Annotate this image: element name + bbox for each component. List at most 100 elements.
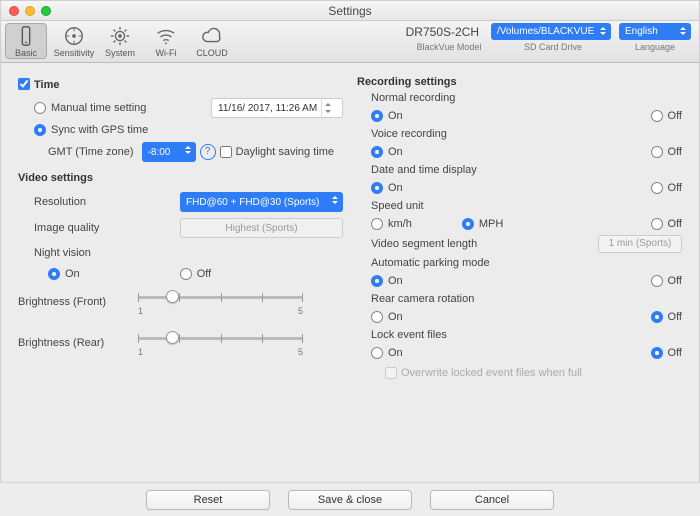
sync-gps-row: Sync with GPS time bbox=[34, 121, 343, 139]
manual-time-radio[interactable] bbox=[34, 102, 46, 114]
slider-knob[interactable] bbox=[166, 290, 179, 303]
rear-rotation-options: On Off bbox=[371, 308, 682, 325]
overwrite-label: Overwrite locked event files when full bbox=[401, 367, 582, 379]
datetime-options: On Off bbox=[371, 179, 682, 196]
video-segment-field: 1 min (Sports) bbox=[598, 235, 682, 253]
lock-off-radio[interactable] bbox=[651, 347, 663, 359]
window-title: Settings bbox=[1, 4, 699, 18]
dt-off-radio[interactable] bbox=[651, 182, 663, 194]
lock-event-options: On Off bbox=[371, 344, 682, 361]
manual-time-label: Manual time setting bbox=[51, 102, 146, 114]
brightness-rear-label: Brightness (Rear) bbox=[18, 337, 138, 349]
chevron-updown-icon bbox=[183, 144, 193, 156]
tab-label: CLOUD bbox=[189, 48, 235, 58]
normal-recording-label: Normal recording bbox=[371, 92, 682, 104]
help-icon[interactable]: ? bbox=[200, 144, 216, 160]
tab-cloud[interactable]: CLOUD bbox=[189, 23, 235, 58]
speed-off-radio[interactable] bbox=[651, 218, 663, 230]
reset-button[interactable]: Reset bbox=[146, 490, 270, 510]
video-segment-row: Video segment length 1 min (Sports) bbox=[371, 235, 682, 253]
night-vision-label: Night vision bbox=[34, 247, 91, 259]
brightness-rear-slider[interactable] bbox=[138, 330, 303, 346]
tab-system[interactable]: System bbox=[97, 23, 143, 58]
content: Time Manual time setting 11/16/ 2017, 11… bbox=[0, 62, 700, 482]
chevron-updown-icon bbox=[330, 194, 340, 206]
datetime-display-label: Date and time display bbox=[371, 164, 682, 176]
cancel-button[interactable]: Cancel bbox=[430, 490, 554, 510]
phone-icon bbox=[15, 25, 37, 47]
recording-heading: Recording settings bbox=[357, 76, 682, 88]
park-off-radio[interactable] bbox=[651, 275, 663, 287]
speed-unit-options: km/h MPH Off bbox=[371, 215, 682, 232]
parking-mode-label: Automatic parking mode bbox=[371, 257, 682, 269]
stepper-icon[interactable] bbox=[321, 99, 333, 117]
sync-gps-label: Sync with GPS time bbox=[51, 124, 148, 136]
night-vision-label-row: Night vision bbox=[34, 244, 343, 262]
dt-on-radio[interactable] bbox=[371, 182, 383, 194]
tab-label: Wi-Fi bbox=[143, 48, 189, 58]
gmt-select[interactable]: -8:00 bbox=[142, 142, 196, 162]
chevron-updown-icon bbox=[598, 25, 608, 37]
voice-recording-options: On Off bbox=[371, 143, 682, 160]
gmt-label: GMT (Time zone) bbox=[48, 146, 134, 158]
brightness-front-label: Brightness (Front) bbox=[18, 296, 138, 308]
resolution-label: Resolution bbox=[34, 196, 86, 208]
language-select[interactable]: English bbox=[619, 23, 691, 40]
voice-on-radio[interactable] bbox=[371, 146, 383, 158]
time-heading: Time bbox=[34, 79, 59, 91]
brightness-rear-row: Brightness (Rear) 15 bbox=[18, 328, 343, 357]
sync-gps-radio[interactable] bbox=[34, 124, 46, 136]
slider-knob[interactable] bbox=[166, 331, 179, 344]
titlebar: Settings bbox=[1, 1, 699, 21]
video-settings-heading: Video settings bbox=[18, 172, 343, 184]
normal-recording-options: On Off bbox=[371, 107, 682, 124]
manual-time-field[interactable]: 11/16/ 2017, 11:26 AM bbox=[211, 98, 343, 118]
save-button[interactable]: Save & close bbox=[288, 490, 412, 510]
tab-label: System bbox=[97, 48, 143, 58]
video-segment-label: Video segment length bbox=[371, 238, 477, 250]
rear-rotation-label: Rear camera rotation bbox=[371, 293, 682, 305]
model-name: DR750S-2CH bbox=[406, 25, 479, 39]
manual-time-row: Manual time setting 11/16/ 2017, 11:26 A… bbox=[34, 98, 343, 118]
normal-off-radio[interactable] bbox=[651, 110, 663, 122]
dial-icon bbox=[63, 25, 85, 47]
lock-on-radio[interactable] bbox=[371, 347, 383, 359]
gear-icon bbox=[109, 25, 131, 47]
drive-select[interactable]: /Volumes/BLACKVUE bbox=[491, 23, 611, 40]
tab-basic[interactable]: Basic bbox=[5, 23, 47, 59]
resolution-row: Resolution FHD@60 + FHD@30 (Sports) bbox=[34, 192, 343, 212]
brightness-front-slider[interactable] bbox=[138, 289, 303, 305]
nv-off-radio[interactable] bbox=[180, 268, 192, 280]
lock-event-label: Lock event files bbox=[371, 329, 682, 341]
tab-label: Sensitivity bbox=[51, 48, 97, 58]
nv-on-radio[interactable] bbox=[48, 268, 60, 280]
image-quality-row: Image quality Highest (Sports) bbox=[34, 218, 343, 238]
tab-wifi[interactable]: Wi-Fi bbox=[143, 23, 189, 58]
nv-on-label: On bbox=[65, 268, 80, 280]
rear-off-radio[interactable] bbox=[651, 311, 663, 323]
time-header-row: Time bbox=[18, 73, 343, 95]
tab-label: Basic bbox=[6, 48, 46, 58]
header-selectors: DR750S-2CH /Volumes/BLACKVUE English Bla… bbox=[406, 23, 691, 52]
normal-on-radio[interactable] bbox=[371, 110, 383, 122]
resolution-select[interactable]: FHD@60 + FHD@30 (Sports) bbox=[180, 192, 343, 212]
park-on-radio[interactable] bbox=[371, 275, 383, 287]
right-column: Recording settings Normal recording On O… bbox=[357, 70, 682, 478]
voice-off-radio[interactable] bbox=[651, 146, 663, 158]
kmh-radio[interactable] bbox=[371, 218, 383, 230]
brightness-front-row: Brightness (Front) 15 bbox=[18, 287, 343, 316]
model-label: BlackVue Model bbox=[411, 42, 487, 52]
wifi-icon bbox=[155, 25, 177, 47]
rear-on-radio[interactable] bbox=[371, 311, 383, 323]
lang-label: Language bbox=[619, 42, 691, 52]
dst-label: Daylight saving time bbox=[236, 146, 334, 158]
gmt-row: GMT (Time zone) -8:00 ? Daylight saving … bbox=[48, 142, 343, 162]
dst-checkbox[interactable] bbox=[220, 146, 232, 158]
time-checkbox[interactable] bbox=[18, 78, 30, 90]
left-column: Time Manual time setting 11/16/ 2017, 11… bbox=[18, 70, 343, 478]
image-quality-label: Image quality bbox=[34, 222, 99, 234]
mph-radio[interactable] bbox=[462, 218, 474, 230]
overwrite-checkbox bbox=[385, 367, 397, 379]
tab-sensitivity[interactable]: Sensitivity bbox=[51, 23, 97, 58]
image-quality-field: Highest (Sports) bbox=[180, 218, 343, 238]
